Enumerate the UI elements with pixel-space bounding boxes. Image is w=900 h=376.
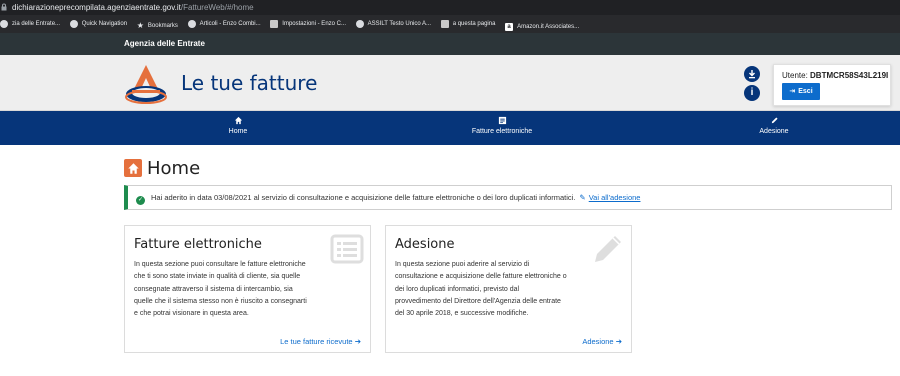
pencil-icon bbox=[734, 111, 814, 125]
star-icon: ★ bbox=[136, 21, 144, 30]
home-icon bbox=[124, 159, 142, 177]
doc-icon bbox=[270, 20, 279, 28]
bookmark-label: Bookmarks bbox=[147, 23, 178, 29]
bookmark-item[interactable]: Articoli - Enzo Combi... bbox=[187, 15, 261, 33]
nav-label: Fatture elettroniche bbox=[471, 128, 533, 135]
app-title[interactable]: Le tue fatture bbox=[181, 71, 317, 95]
url-path: /FattureWeb/#/home bbox=[180, 3, 254, 12]
bookmarks-bar: zia delle Entrate... Quick Navigation ★ B… bbox=[0, 15, 900, 33]
card-text-line: quelle che il sistema stesso non è riusc… bbox=[134, 297, 307, 305]
bookmark-label: ASSILT Testo Unico A... bbox=[367, 21, 432, 27]
card-text-line: In questa sezione puoi aderire al serviz… bbox=[395, 261, 530, 268]
user-info: Utente: DBTMCR58S43L219I bbox=[782, 71, 888, 80]
bookmark-item[interactable]: Quick Navigation bbox=[69, 15, 128, 33]
download-icon bbox=[749, 70, 755, 79]
card-text: In questa sezione puoi consultare le fat… bbox=[134, 259, 307, 320]
url-host: dichiarazioneprecompilata.agenziaentrate… bbox=[12, 3, 181, 12]
arrow-right-icon: ➔ bbox=[615, 337, 622, 346]
bookmark-item[interactable]: a questa pagina bbox=[440, 15, 496, 33]
list-icon bbox=[452, 111, 552, 125]
bookmark-item[interactable]: a Amazon.it Associates... bbox=[505, 18, 579, 33]
bookmark-label: Impostazioni - Enzo C... bbox=[282, 21, 346, 27]
card-text-line: In questa sezione puoi consultare le fat… bbox=[134, 261, 306, 268]
lock-icon bbox=[0, 1, 8, 11]
card-title: Adesione bbox=[395, 237, 455, 252]
alert-link[interactable]: Vai all'adesione bbox=[589, 193, 641, 202]
bookmark-label: Articoli - Enzo Combi... bbox=[199, 21, 261, 27]
bookmark-label: zia delle Entrate... bbox=[12, 21, 61, 27]
bookmark-label: a questa pagina bbox=[452, 21, 496, 27]
home-icon bbox=[198, 111, 278, 125]
card-text-line: e che potrai visionare in questa area. bbox=[134, 310, 249, 318]
nav-item-home[interactable]: Home bbox=[198, 111, 278, 145]
card-text-line: che ti sono state inviate in qualità di … bbox=[134, 273, 301, 281]
globe-icon bbox=[187, 20, 196, 28]
page-title: Home bbox=[147, 157, 201, 179]
agency-name[interactable]: Agenzia delle Entrate bbox=[124, 39, 205, 48]
card-text-line: del 30 aprile 2018, e successive modific… bbox=[395, 310, 529, 318]
check-circle-icon: ✓ bbox=[136, 196, 145, 205]
bookmark-item[interactable]: Impostazioni - Enzo C... bbox=[270, 15, 346, 33]
agenzia-logo[interactable] bbox=[123, 61, 169, 107]
card-title: Fatture elettroniche bbox=[134, 237, 262, 252]
card-link-label: Le tue fatture ricevute bbox=[280, 337, 353, 346]
user-label: Utente: bbox=[782, 71, 808, 80]
download-button[interactable] bbox=[744, 66, 760, 82]
globe-icon bbox=[0, 20, 8, 28]
card-fatture-elettroniche: Fatture elettroniche In questa sezione p… bbox=[124, 225, 371, 353]
card-link-label: Adesione bbox=[582, 337, 614, 346]
doc-icon bbox=[440, 20, 449, 28]
user-box: Utente: DBTMCR58S43L219I ⇥ Esci bbox=[773, 64, 891, 106]
card-text-line: consegnate attraverso il sistema di inte… bbox=[134, 285, 293, 293]
card-text: In questa sezione puoi aderire al serviz… bbox=[395, 259, 567, 320]
globe-icon bbox=[69, 20, 78, 28]
bookmark-item[interactable]: ASSILT Testo Unico A... bbox=[355, 15, 432, 33]
card-adesione: Adesione In questa sezione puoi aderire … bbox=[385, 225, 632, 353]
bookmark-label: Amazon.it Associates... bbox=[517, 24, 580, 30]
nav-label: Adesione bbox=[759, 128, 789, 135]
logout-button[interactable]: ⇥ Esci bbox=[782, 83, 820, 100]
card-text-line: provvedimento del Direttore dell'Agenzia… bbox=[395, 297, 561, 305]
agency-bar: Agenzia delle Entrate bbox=[0, 33, 900, 55]
sign-out-icon: ⇥ bbox=[789, 88, 796, 95]
amazon-icon: a bbox=[505, 23, 514, 31]
info-icon: i bbox=[750, 87, 754, 98]
browser-url-bar[interactable]: dichiarazioneprecompilata.agenziaentrate… bbox=[0, 0, 900, 15]
page-heading: Home bbox=[124, 157, 201, 179]
card-link-fatture[interactable]: Le tue fatture ricevute ➔ bbox=[280, 337, 361, 346]
globe-icon bbox=[355, 20, 364, 28]
bookmark-item[interactable]: zia delle Entrate... bbox=[0, 15, 60, 33]
edit-icon: ✎ bbox=[579, 193, 586, 202]
user-code: DBTMCR58S43L219I bbox=[810, 71, 889, 80]
nav-item-fatture[interactable]: Fatture elettroniche bbox=[452, 111, 552, 145]
nav-item-adesione[interactable]: Adesione bbox=[734, 111, 814, 145]
adhesion-alert: ✓ Hai aderito in data 03/08/2021 al servi… bbox=[124, 185, 892, 210]
logout-label: Esci bbox=[798, 88, 813, 95]
arrow-right-icon: ➔ bbox=[354, 337, 361, 346]
site-header: Le tue fatture i Utente: DBTMCR58S43L219… bbox=[0, 55, 900, 111]
info-button[interactable]: i bbox=[744, 85, 760, 101]
alert-text: Hai aderito in data 03/08/2021 al serviz… bbox=[151, 193, 576, 202]
nav-label: Home bbox=[228, 128, 248, 135]
card-text-line: consultazione e acquisizione delle fattu… bbox=[395, 273, 567, 281]
card-link-adesione[interactable]: Adesione ➔ bbox=[582, 337, 622, 346]
bookmark-item[interactable]: ★ Bookmarks bbox=[137, 17, 178, 33]
list-icon bbox=[330, 234, 364, 264]
pencil-icon bbox=[595, 236, 621, 262]
card-text-line: dei loro duplicati informatici, previsto… bbox=[395, 285, 520, 293]
main-nav: Home Fatture elettroniche Adesione bbox=[0, 111, 900, 145]
bookmark-label: Quick Navigation bbox=[81, 21, 128, 27]
